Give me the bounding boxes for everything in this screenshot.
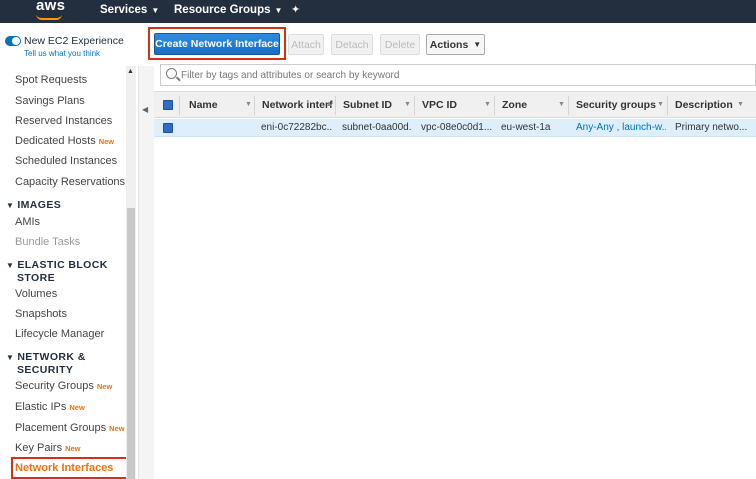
column-header-vpc-id[interactable]: VPC ID [422, 99, 457, 111]
select-all-checkbox[interactable] [163, 100, 173, 110]
collapse-triangle-icon: ▼ [6, 353, 15, 362]
sidebar-item-reserved-instances[interactable]: Reserved Instances [15, 115, 112, 127]
detach-button[interactable]: Detach [331, 34, 373, 55]
sidebar-highlight-box [11, 457, 128, 479]
new-experience-toggle[interactable] [5, 36, 21, 46]
sidebar-item-volumes[interactable]: Volumes [15, 288, 57, 300]
actions-label: Actions [429, 38, 469, 51]
sort-down-icon[interactable]: ▼ [404, 101, 411, 108]
new-experience-label: New EC2 Experience [24, 35, 124, 47]
column-divider [414, 96, 415, 115]
section-label: STORE [17, 272, 55, 284]
chevron-down-icon: ▼ [274, 6, 283, 15]
sidebar-item-elastic-ips[interactable]: Elastic IPs New [15, 401, 85, 413]
top-navbar: aws Services ▼ Resource Groups ▼ ✦ [0, 0, 756, 23]
sidebar-section-ebs[interactable]: ▼ ELASTIC BLOCK STORE [6, 259, 108, 284]
cell-network-interface-id: eni-0c72282bc... [261, 122, 333, 133]
sort-down-icon[interactable]: ▼ [657, 101, 664, 108]
cell-description: Primary netwo... [675, 122, 747, 133]
section-label: NETWORK & [17, 351, 86, 363]
new-badge: New [96, 382, 113, 391]
column-divider [335, 96, 336, 115]
sidebar-item-amis[interactable]: AMIs [15, 216, 40, 228]
sidebar-item-placement-groups[interactable]: Placement Groups New [15, 422, 125, 434]
column-header-description[interactable]: Description [675, 99, 733, 111]
scroll-up-arrow-icon[interactable]: ▲ [127, 68, 134, 75]
new-badge: New [69, 403, 85, 412]
section-label: ELASTIC BLOCK [17, 259, 108, 271]
table-header: Name ▼ Network interf ▲ Subnet ID ▼ VPC … [154, 91, 756, 118]
row-checkbox[interactable] [163, 123, 173, 133]
cell-subnet-id: subnet-0aa00d... [342, 122, 412, 133]
sidebar: Spot Requests Savings Plans Reserved Ins… [0, 66, 138, 479]
sidebar-item-label: Elastic IPs [15, 401, 67, 413]
chevron-left-icon[interactable]: ◀ [142, 105, 148, 114]
column-divider [254, 96, 255, 115]
pin-icon[interactable]: ✦ [291, 3, 300, 16]
column-header-subnet-id[interactable]: Subnet ID [343, 99, 392, 111]
column-header-security-groups[interactable]: Security groups [576, 99, 656, 111]
column-divider [568, 96, 569, 115]
new-badge: New [65, 444, 81, 453]
column-header-network-interface[interactable]: Network interf [262, 99, 333, 111]
delete-button[interactable]: Delete [380, 34, 420, 55]
feedback-link[interactable]: Tell us what you think [24, 49, 100, 58]
sidebar-item-label: Key Pairs [15, 442, 63, 454]
sort-down-icon[interactable]: ▼ [245, 101, 252, 108]
sidebar-item-key-pairs[interactable]: Key Pairs New [15, 442, 81, 454]
sidebar-item-security-groups[interactable]: Security Groups New [15, 380, 112, 392]
aws-logo[interactable]: aws [36, 0, 65, 14]
sidebar-section-images[interactable]: ▼ IMAGES [6, 199, 61, 212]
resource-groups-menu[interactable]: Resource Groups ▼ [174, 4, 282, 16]
column-divider [179, 96, 180, 115]
cell-zone: eu-west-1a [501, 122, 551, 133]
search-icon [166, 68, 177, 79]
sidebar-item-scheduled-instances[interactable]: Scheduled Instances [15, 155, 117, 167]
chevron-down-icon: ▼ [151, 6, 160, 15]
sidebar-collapse-bar[interactable] [138, 66, 154, 479]
actions-dropdown[interactable]: Actions ▼ [426, 34, 485, 55]
sidebar-item-label: Security Groups [15, 380, 94, 392]
new-badge: New [98, 137, 115, 146]
create-network-interface-button[interactable]: Create Network Interface [154, 33, 280, 55]
attach-button[interactable]: Attach [288, 34, 324, 55]
sidebar-item-snapshots[interactable]: Snapshots [15, 308, 67, 320]
sort-down-icon[interactable]: ▼ [484, 101, 491, 108]
column-header-zone[interactable]: Zone [502, 99, 527, 111]
sidebar-item-label: Placement Groups [15, 422, 107, 434]
cell-security-groups-link[interactable]: Any-Any , launch-w... [576, 122, 666, 133]
sort-up-icon[interactable]: ▲ [326, 101, 333, 108]
sidebar-item-dedicated-hosts[interactable]: Dedicated Hosts New [15, 135, 114, 147]
sidebar-section-network-security[interactable]: ▼ NETWORK & SECURITY [6, 351, 86, 376]
search-input[interactable] [181, 67, 741, 83]
sort-down-icon[interactable]: ▼ [737, 101, 744, 108]
table-row[interactable]: eni-0c72282bc... subnet-0aa00d... vpc-08… [154, 119, 756, 137]
column-divider [667, 96, 668, 115]
collapse-triangle-icon: ▼ [6, 201, 15, 210]
sidebar-item-spot-requests[interactable]: Spot Requests [15, 74, 87, 86]
sidebar-item-bundle-tasks[interactable]: Bundle Tasks [15, 236, 80, 248]
sidebar-item-label: Dedicated Hosts [15, 135, 96, 147]
column-header-name[interactable]: Name [189, 99, 218, 111]
sort-down-icon[interactable]: ▼ [558, 101, 565, 108]
resource-groups-label: Resource Groups [174, 4, 271, 16]
chevron-down-icon: ▼ [473, 40, 482, 49]
search-bar[interactable] [160, 64, 756, 86]
services-menu[interactable]: Services ▼ [100, 4, 159, 16]
aws-smile-icon [36, 14, 62, 20]
cell-vpc-id: vpc-08e0c0d1... [421, 122, 493, 133]
section-label: SECURITY [17, 364, 74, 376]
section-label: IMAGES [17, 199, 62, 211]
sidebar-item-lifecycle-manager[interactable]: Lifecycle Manager [15, 328, 104, 340]
column-divider [494, 96, 495, 115]
sidebar-item-savings-plans[interactable]: Savings Plans [15, 95, 85, 107]
services-label: Services [100, 4, 148, 16]
new-badge: New [109, 424, 125, 433]
sidebar-scroll-thumb[interactable] [127, 208, 135, 479]
sidebar-item-capacity-reservations[interactable]: Capacity Reservations [15, 176, 125, 188]
collapse-triangle-icon: ▼ [6, 261, 15, 270]
